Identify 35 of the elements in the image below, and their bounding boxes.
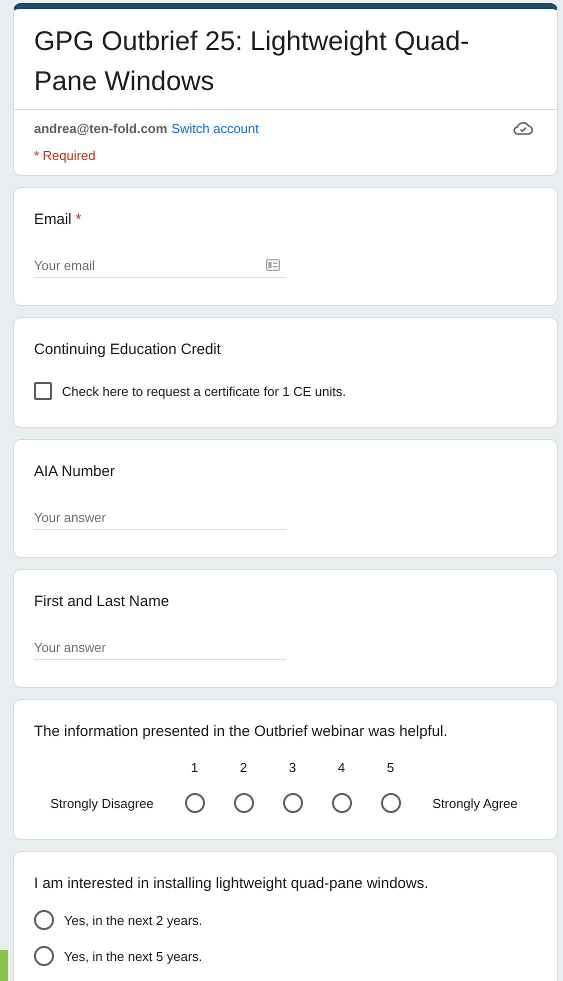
radio-button[interactable]	[34, 910, 54, 930]
question-label: AIA Number	[34, 463, 115, 480]
option-label: Yes, in the next 5 years.	[64, 948, 202, 964]
checkbox[interactable]	[34, 382, 52, 400]
scale-number: 1	[190, 760, 200, 775]
input-field[interactable]: Your answer	[34, 510, 286, 530]
cloud-check-icon	[513, 120, 533, 136]
radio-button[interactable]	[380, 793, 400, 813]
question-label: Continuing Education Credit	[34, 341, 221, 358]
question-label: I am interested in installing lightweight quad-pane windows.	[34, 875, 428, 892]
question-label: The information presented in the Outbrief webinar was helpful.	[34, 723, 448, 740]
side-strip	[0, 950, 8, 981]
question-label: Email	[34, 211, 72, 228]
input-field[interactable]: Your email	[34, 258, 286, 278]
option-label: Check here to request a certificate for 1 CE units.	[62, 384, 346, 398]
radio-button[interactable]	[332, 793, 352, 813]
account-email: andrea@ten-fold.com	[34, 120, 168, 136]
scale-number: 3	[288, 760, 298, 775]
radio-button[interactable]	[282, 793, 302, 813]
radio-button[interactable]	[234, 793, 254, 813]
radio-button[interactable]	[184, 793, 204, 813]
required-mark: *	[76, 211, 82, 228]
switch-account-link[interactable]: Switch account	[171, 120, 259, 136]
required-note: * Required	[33, 147, 96, 163]
option-label: Yes, in the next 2 years.	[64, 912, 202, 928]
scale-number: 2	[238, 760, 248, 775]
contact-card-icon[interactable]	[266, 259, 280, 271]
scale-number: 5	[386, 760, 396, 775]
input-field[interactable]: Your answer	[34, 640, 286, 660]
scale-number: 4	[336, 760, 346, 775]
radio-button[interactable]	[34, 946, 54, 966]
question-label: First and Last Name	[34, 593, 170, 610]
low-label: Strongly Disagree	[49, 796, 155, 810]
form-title: GPG Outbrief 25: Lightweight Quad-Pane Windows	[14, 9, 557, 110]
high-label: Strongly Agree	[431, 796, 519, 810]
